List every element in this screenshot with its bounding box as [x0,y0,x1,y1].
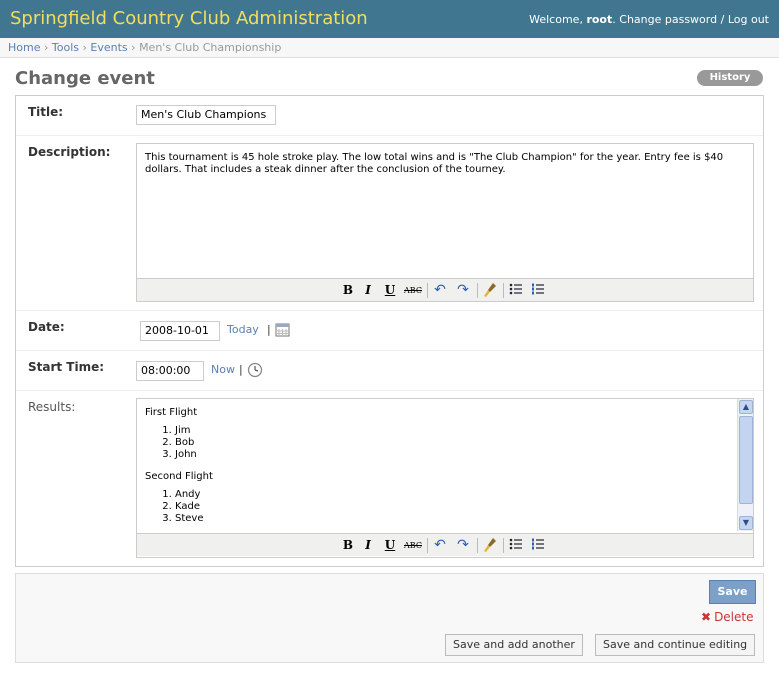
description-row: Description: This tournament is 45 hole … [16,136,763,311]
bold-icon[interactable]: B [339,537,357,554]
delete-link[interactable]: ✖ Delete [701,610,754,624]
list-item: Jim [175,425,729,437]
redo-icon[interactable]: ↷ [454,282,472,299]
submit-row: Save ✖ Delete Save and add another Save a… [15,573,764,663]
breadcrumb-tools[interactable]: Tools [52,41,79,54]
list-item: Andy [175,489,729,501]
breadcrumb-events[interactable]: Events [90,41,127,54]
scroll-down-icon[interactable]: ▼ [739,516,753,530]
delete-icon: ✖ [701,610,712,624]
start-time-label: Start Time: [28,360,105,374]
breadcrumb-sep: › [82,41,87,54]
today-link[interactable]: Today [227,323,259,336]
redo-icon[interactable]: ↷ [454,537,472,554]
list-item: John [175,449,729,461]
change-password-link[interactable]: Change password [619,13,717,26]
clock-icon[interactable] [247,362,263,378]
first-flight-heading: First Flight [145,407,198,418]
description-text[interactable]: This tournament is 45 hole stroke play. … [137,144,753,278]
cleanup-icon[interactable] [481,282,499,299]
first-flight-list: Jim Bob John [145,425,729,461]
bold-icon[interactable]: B [339,282,357,299]
numbered-list-icon[interactable] [529,282,547,299]
date-label: Date: [28,320,65,334]
results-toolbar: B I U ABC ↶ ↷ [137,533,753,556]
start-time-input[interactable]: 08:00:00 [136,361,204,381]
save-button[interactable]: Save [709,580,756,604]
undo-icon[interactable]: ↶ [431,282,449,299]
results-editor[interactable]: First Flight Jim Bob John Second Flight … [136,398,754,558]
title-label: Title: [28,105,64,119]
underline-icon[interactable]: U [381,282,399,299]
results-text[interactable]: First Flight Jim Bob John Second Flight … [137,399,737,532]
italic-icon[interactable]: I [359,282,377,299]
date-input[interactable]: 2008-10-01 [140,321,220,341]
breadcrumb: Home › Tools › Events › Men's Club Champ… [0,38,779,58]
calendar-icon[interactable] [275,322,290,337]
time-separator: | [239,363,243,376]
bullet-list-icon[interactable] [507,537,525,554]
breadcrumb-sep: › [43,41,49,54]
breadcrumb-home[interactable]: Home [8,41,40,54]
undo-icon[interactable]: ↶ [431,537,449,554]
header: Springfield Country Club Administration … [0,0,779,38]
second-flight-list: Andy Kade Steve [145,489,729,525]
title-row: Title: Men's Club Champions [16,96,763,136]
start-time-row: Start Time: 08:00:00 Now | [16,351,763,391]
breadcrumb-current: Men's Club Championship [139,41,282,54]
scroll-up-icon[interactable]: ▲ [739,400,753,414]
numbered-list-icon[interactable] [529,537,547,554]
history-button[interactable]: History [697,70,763,86]
user-tools-separator: / [720,13,725,26]
date-separator: | [267,323,271,336]
results-label: Results: [28,400,76,414]
description-toolbar: B I U ABC ↶ ↷ [137,278,753,301]
list-item: Bob [175,437,729,449]
save-continue-editing-button[interactable]: Save and continue editing [595,634,756,656]
breadcrumb-sep: › [131,41,136,54]
delete-label: Delete [714,610,754,624]
strikethrough-icon[interactable]: ABC [402,537,424,554]
username: root [586,13,613,26]
italic-icon[interactable]: I [359,537,377,554]
save-add-another-button[interactable]: Save and add another [445,634,583,656]
description-label: Description: [28,145,111,159]
date-row: Date: 2008-10-01 Today | [16,311,763,351]
underline-icon[interactable]: U [381,537,399,554]
cleanup-icon[interactable] [481,537,499,554]
now-link[interactable]: Now [211,363,235,376]
page-title: Change event [15,68,155,89]
results-row: Results: First Flight Jim Bob John Secon… [16,391,763,567]
user-tools: Welcome, root. Change password / Log out [529,13,769,26]
bullet-list-icon[interactable] [507,282,525,299]
description-editor[interactable]: This tournament is 45 hole stroke play. … [136,143,754,302]
title-input[interactable]: Men's Club Champions [136,105,276,125]
site-title: Springfield Country Club Administration [10,8,368,29]
list-item: Steve [175,513,729,525]
second-flight-heading: Second Flight [145,471,213,482]
event-form-fieldset: Title: Men's Club Champions Description:… [15,95,764,567]
welcome-suffix: . [612,13,616,26]
welcome-prefix: Welcome, [529,13,583,26]
scroll-thumb[interactable] [739,416,753,504]
results-scrollbar[interactable]: ▲ ▼ [737,399,753,531]
strikethrough-icon[interactable]: ABC [402,282,424,299]
logout-link[interactable]: Log out [728,13,769,26]
list-item: Kade [175,501,729,513]
